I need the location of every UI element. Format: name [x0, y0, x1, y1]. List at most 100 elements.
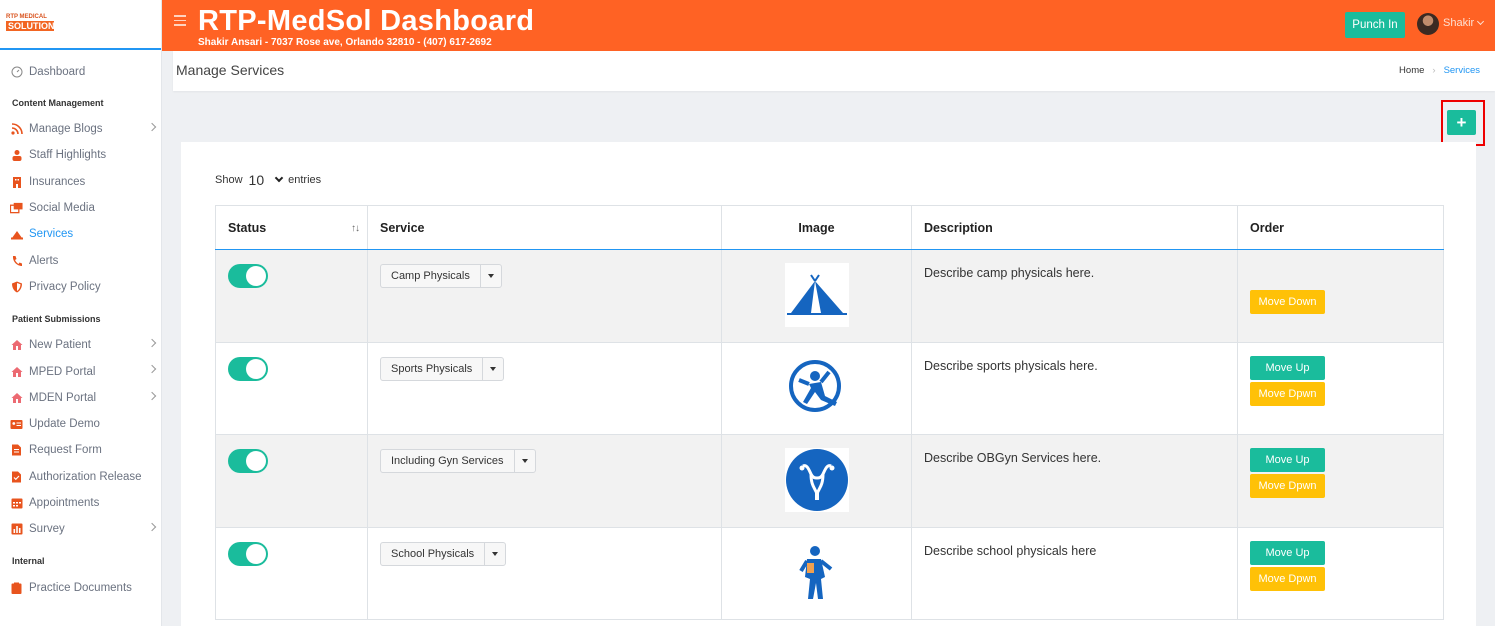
status-toggle[interactable]	[228, 264, 268, 288]
brand-logo[interactable]: RTP MEDICAL SOLUTION	[6, 14, 55, 32]
move-up-button[interactable]: Move Up	[1250, 355, 1325, 380]
chevron-down-icon[interactable]	[1476, 17, 1485, 26]
sidebar: RTP MEDICAL SOLUTION Dashboard Content M…	[0, 0, 162, 626]
description-cell: Describe OBGyn Services here.	[911, 434, 1238, 528]
col-description[interactable]: Description	[911, 205, 1238, 250]
sidebar-item-new-patient[interactable]: New Patient	[0, 332, 161, 358]
table-row: School Physicals Describe school physica…	[215, 526, 1444, 620]
sidebar-item-mped-portal[interactable]: MPED Portal	[0, 358, 161, 384]
nav-section-title: Internal	[12, 556, 45, 567]
sidebar-item-label: New Patient	[29, 339, 92, 352]
breadcrumb-home[interactable]: Home	[1399, 65, 1424, 76]
service-name[interactable]: School Physicals	[381, 542, 486, 565]
service-cell: Camp Physicals	[367, 249, 722, 343]
caret-down-icon[interactable]	[483, 358, 503, 380]
shield-icon	[10, 280, 23, 293]
sidebar-item-staff-highlights[interactable]: Staff Highlights	[0, 142, 161, 168]
hamburger-icon[interactable]	[174, 15, 186, 29]
file-icon	[10, 444, 23, 457]
chevron-right-icon	[147, 338, 157, 348]
sidebar-item-services[interactable]: Services	[0, 221, 161, 247]
services-card: Show 10 entries Status ↑↓ Service Image D…	[181, 142, 1476, 626]
sidebar-item-label: Privacy Policy	[29, 280, 101, 293]
move-up-button[interactable]: Move Up	[1250, 448, 1325, 472]
sidebar-item-manage-blogs[interactable]: Manage Blogs	[0, 116, 161, 142]
order-cell: Move Down	[1237, 249, 1444, 343]
sidebar-item-social-media[interactable]: Social Media	[0, 195, 161, 221]
sidebar-item-practice-documents[interactable]: Practice Documents	[0, 574, 161, 600]
sidebar-item-mden-portal[interactable]: MDEN Portal	[0, 385, 161, 411]
status-cell	[215, 249, 368, 343]
order-cell: Move Up Move Dpwn	[1237, 526, 1444, 620]
services-table: Status ↑↓ Service Image Description Order…	[215, 205, 1444, 620]
gauge-icon	[10, 66, 23, 79]
service-description: Describe camp physicals here.	[924, 266, 1095, 280]
sidebar-item-update-demo[interactable]: Update Demo	[0, 411, 161, 437]
move-down-button[interactable]: Move Down	[1250, 290, 1325, 314]
caret-down-icon[interactable]	[481, 265, 501, 287]
sports-icon	[784, 355, 849, 420]
entries-control: Show 10 entries	[215, 172, 321, 188]
sort-icon[interactable]: ↑↓	[351, 223, 360, 234]
service-name[interactable]: Including Gyn Services	[381, 450, 515, 472]
punch-in-button[interactable]: Punch In	[1345, 12, 1405, 38]
col-status[interactable]: Status ↑↓	[215, 205, 368, 250]
move-down-button[interactable]: Move Dpwn	[1250, 566, 1325, 591]
service-name[interactable]: Sports Physicals	[381, 357, 484, 380]
sidebar-item-label: Alerts	[29, 254, 59, 267]
col-image[interactable]: Image	[721, 205, 912, 250]
service-dropdown[interactable]: Including Gyn Services	[380, 449, 536, 473]
sidebar-item-privacy-policy[interactable]: Privacy Policy	[0, 274, 161, 300]
home-icon	[10, 391, 23, 404]
avatar[interactable]	[1417, 13, 1439, 35]
sidebar-item-appointments[interactable]: Appointments	[0, 490, 161, 516]
page-title: Manage Services	[176, 62, 285, 78]
sidebar-item-label: Services	[29, 228, 74, 241]
top-header: RTP-MedSol Dashboard Shakir Ansari - 703…	[162, 0, 1495, 51]
col-order[interactable]: Order	[1237, 205, 1444, 250]
status-cell	[215, 434, 368, 528]
add-service-button[interactable]: +	[1447, 110, 1476, 135]
uterus-icon	[784, 448, 849, 512]
home-icon	[10, 339, 23, 352]
status-cell	[215, 341, 368, 435]
move-down-button[interactable]: Move Dpwn	[1250, 381, 1325, 406]
user-icon	[10, 149, 23, 162]
move-up-button[interactable]: Move Up	[1250, 540, 1325, 565]
status-toggle[interactable]	[228, 541, 268, 566]
calendar-icon	[10, 497, 23, 510]
hat-icon	[10, 228, 23, 241]
home-icon	[10, 365, 23, 378]
caret-down-icon[interactable]	[515, 450, 535, 472]
order-cell: Move Up Move Dpwn	[1237, 434, 1444, 528]
service-dropdown[interactable]: Sports Physicals	[380, 356, 505, 381]
service-description: Describe sports physicals here.	[924, 358, 1098, 373]
sidebar-item-insurances[interactable]: Insurances	[0, 169, 161, 195]
user-name[interactable]: Shakir	[1443, 17, 1474, 29]
sidebar-item-authorization-release[interactable]: Authorization Release	[0, 464, 161, 490]
sidebar-item-request-form[interactable]: Request Form	[0, 437, 161, 463]
service-dropdown[interactable]: Camp Physicals	[380, 264, 502, 288]
entries-select[interactable]: 10	[249, 172, 284, 188]
sidebar-item-survey[interactable]: Survey	[0, 516, 161, 542]
status-toggle[interactable]	[228, 449, 268, 473]
caret-down-icon[interactable]	[485, 543, 505, 565]
image-cell	[721, 434, 912, 528]
sidebar-item-alerts[interactable]: Alerts	[0, 247, 161, 273]
sidebar-item-dashboard[interactable]: Dashboard	[0, 62, 161, 82]
description-cell: Describe school physicals here	[911, 526, 1238, 620]
table-row: Sports Physicals Describe sports physica…	[215, 341, 1444, 435]
page-header: Manage Services Home › Services	[173, 51, 1495, 91]
chevron-down-icon	[274, 173, 284, 183]
tent-icon	[784, 263, 849, 327]
entries-label: entries	[288, 174, 322, 186]
move-down-button[interactable]: Move Dpwn	[1250, 474, 1325, 498]
breadcrumb-current: Services	[1443, 65, 1480, 76]
show-label: Show	[215, 174, 243, 186]
service-cell: School Physicals	[367, 526, 722, 620]
col-service[interactable]: Service	[367, 205, 722, 250]
table-row: Including Gyn Services Describe OBGyn Se…	[215, 434, 1444, 528]
service-dropdown[interactable]: School Physicals	[380, 541, 507, 566]
status-toggle[interactable]	[228, 356, 268, 381]
service-name[interactable]: Camp Physicals	[381, 265, 481, 287]
